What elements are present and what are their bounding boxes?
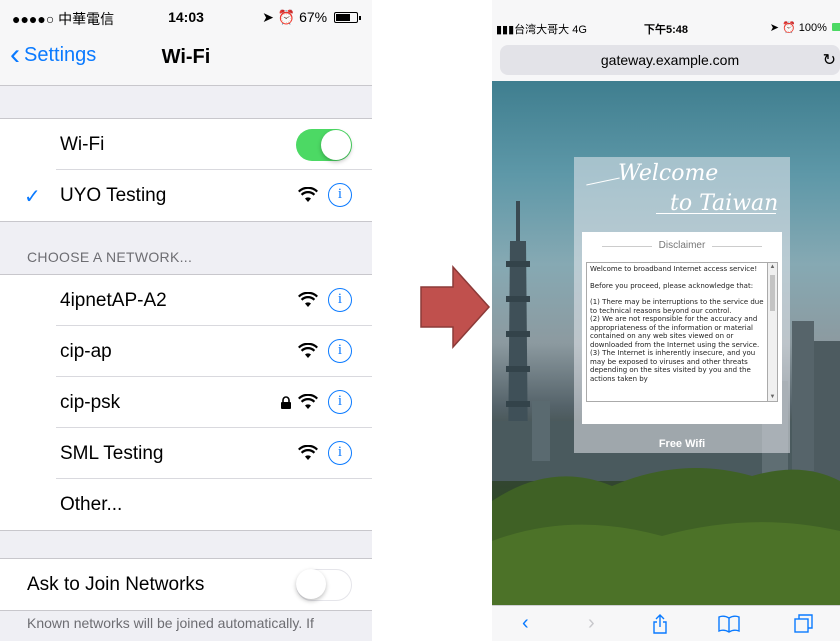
battery-icon	[334, 12, 361, 23]
status-right: ➤ ⏰ 100%	[770, 21, 840, 34]
page-title: Wi-Fi	[161, 46, 211, 68]
other-label: Other...	[60, 494, 123, 515]
connected-network-row[interactable]: ✓ UYO Testing i	[24, 170, 372, 221]
info-icon[interactable]: i	[328, 441, 352, 465]
wifi-settings-screen: ●●●●○ 中華電信 14:03 ➤ ⏰ 67% ‹ Settings Wi-F…	[0, 0, 372, 641]
share-icon[interactable]	[652, 614, 668, 634]
location-icon: ➤	[769, 22, 779, 34]
battery-percent: 67%	[299, 9, 328, 25]
info-icon[interactable]: i	[328, 390, 352, 414]
welcome-text: Welcome	[618, 161, 719, 186]
ask-join-label: Ask to Join Networks	[27, 574, 205, 595]
other-network-row[interactable]: Other...	[56, 479, 372, 530]
info-icon[interactable]: i	[328, 183, 352, 207]
status-right: ➤ ⏰ 67%	[262, 9, 361, 26]
decorative-stroke	[586, 177, 620, 186]
ask-join-toggle[interactable]	[296, 569, 352, 601]
network-name: cip-ap	[60, 341, 112, 362]
captive-portal-screen: ▮▮▮台湾大哥大 4G 下午5:48 ➤ ⏰ 100% gateway.exam…	[492, 0, 840, 641]
network-list: 4ipnetAP-A2 i cip-ap i cip-psk i SML Tes…	[0, 274, 372, 531]
address-bar[interactable]: gateway.example.com ↻	[500, 45, 840, 75]
wifi-signal-icon	[298, 292, 318, 307]
ask-join-row: Ask to Join Networks	[0, 559, 372, 610]
wifi-label: Wi-Fi	[60, 134, 105, 155]
scrollbar[interactable]: ▲ ▼	[768, 262, 778, 402]
decorative-stroke	[656, 213, 776, 214]
checkmark-icon: ✓	[24, 186, 41, 208]
toggle-knob	[321, 130, 351, 160]
wifi-group: Wi-Fi ✓ UYO Testing i	[0, 118, 372, 222]
scroll-up-icon[interactable]: ▲	[769, 264, 776, 270]
tabs-icon[interactable]	[794, 614, 814, 634]
portal-page: Welcome to Taiwan Disclaimer Welcome to …	[492, 81, 840, 605]
scroll-thumb[interactable]	[770, 275, 775, 311]
disclaimer-paragraph: (1) There may be interruptions to the se…	[590, 298, 764, 315]
wifi-signal-icon	[298, 445, 318, 460]
url-text: gateway.example.com	[600, 52, 740, 68]
battery-icon	[832, 23, 840, 31]
divider	[712, 246, 762, 247]
alarm-icon: ⏰	[277, 9, 296, 25]
info-icon[interactable]: i	[328, 339, 352, 363]
network-name: SML Testing	[60, 443, 164, 464]
forward-icon[interactable]: ›	[588, 612, 595, 635]
status-bar: ▮▮▮台湾大哥大 4G 下午5:48 ➤ ⏰ 100%	[492, 0, 840, 36]
network-row[interactable]: SML Testing i	[56, 428, 372, 479]
toggle-knob	[296, 569, 326, 599]
free-wifi-button[interactable]: Free Wifi	[656, 435, 708, 453]
alarm-icon: ⏰	[782, 22, 796, 34]
wifi-signal-icon	[298, 187, 318, 202]
info-icon[interactable]: i	[328, 288, 352, 312]
wifi-toggle-row: Wi-Fi	[56, 119, 372, 170]
wifi-signal-icon	[298, 394, 318, 409]
wifi-toggle[interactable]	[296, 129, 352, 161]
browser-toolbar: ‹ ›	[492, 605, 840, 641]
disclaimer-paragraph: (3) The Internet is inherently insecure,…	[590, 349, 756, 383]
disclaimer-paragraph: Before you proceed, please acknowledge t…	[590, 281, 754, 290]
navigation-bar: ‹ Settings Wi-Fi	[0, 30, 372, 86]
network-name: UYO Testing	[60, 185, 167, 206]
welcome-banner: Welcome to Taiwan	[574, 157, 790, 231]
portal-panel: Welcome to Taiwan Disclaimer Welcome to …	[574, 157, 790, 453]
wifi-signal-icon	[298, 343, 318, 358]
scroll-down-icon[interactable]: ▼	[769, 394, 776, 400]
footer-note: Known networks will be joined automatica…	[27, 615, 314, 631]
disclaimer-paragraph: Welcome to broadband Internet access ser…	[590, 265, 758, 273]
network-row[interactable]: cip-ap i	[56, 326, 372, 377]
disclaimer-textarea[interactable]: Welcome to broadband Internet access ser…	[586, 262, 768, 402]
bookmarks-icon[interactable]	[718, 615, 740, 633]
disclaimer-box: Disclaimer Welcome to broadband Internet…	[582, 232, 782, 424]
reload-icon[interactable]: ↻	[823, 50, 836, 70]
network-name: cip-psk	[60, 392, 121, 413]
network-name: 4ipnetAP-A2	[60, 290, 167, 311]
right-arrow-icon	[420, 265, 491, 349]
section-header: CHOOSE A NETWORK...	[27, 249, 193, 265]
location-icon: ➤	[262, 9, 274, 25]
network-row[interactable]: 4ipnetAP-A2 i	[56, 275, 372, 326]
ask-join-group: Ask to Join Networks	[0, 558, 372, 611]
lock-icon	[281, 396, 291, 409]
back-icon[interactable]: ‹	[522, 612, 529, 635]
battery-percent: 100%	[798, 22, 827, 34]
disclaimer-paragraph: (2) We are not responsible for the accur…	[590, 315, 760, 349]
status-bar: ●●●●○ 中華電信 14:03 ➤ ⏰ 67%	[0, 0, 372, 30]
network-row[interactable]: cip-psk i	[56, 377, 372, 428]
